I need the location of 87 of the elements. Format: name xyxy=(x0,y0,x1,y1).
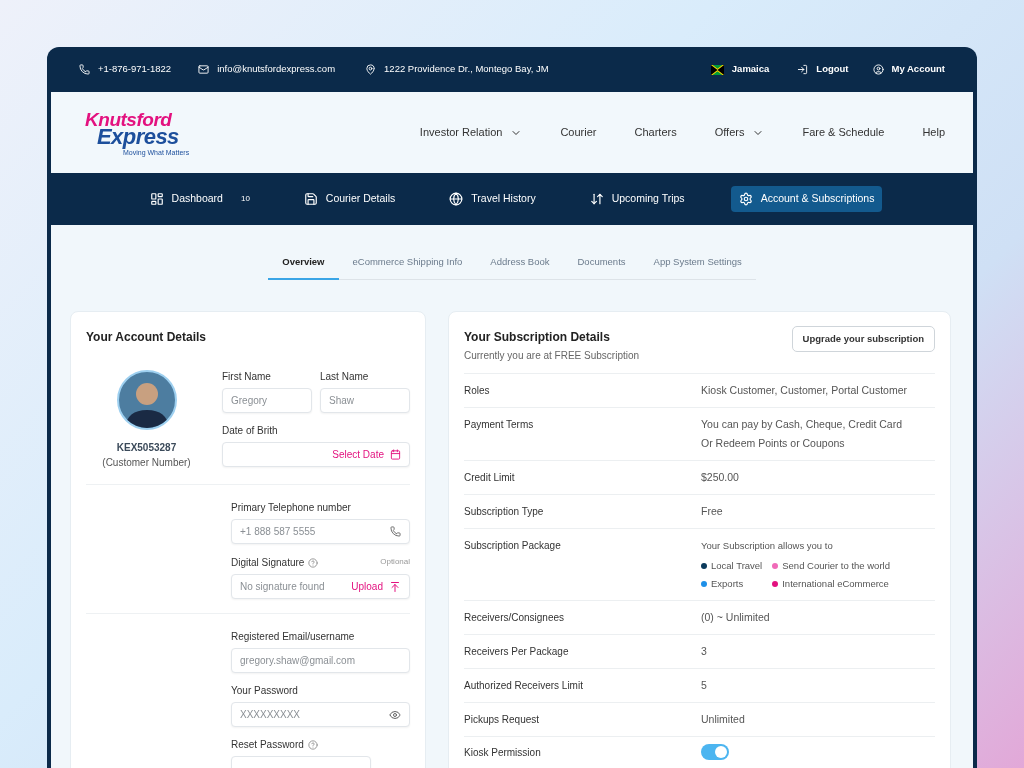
country-selector[interactable]: Jamaica xyxy=(731,62,770,77)
row-label: Receivers/Consignees xyxy=(464,611,566,626)
card-title: Your Account Details xyxy=(86,329,208,347)
dashboard-icon xyxy=(149,192,164,206)
row-label: Roles xyxy=(464,384,491,399)
upload-link[interactable]: Upload xyxy=(351,579,383,595)
field-label: Date of Brith xyxy=(222,424,278,439)
select-date-link[interactable]: Select Date xyxy=(332,447,384,463)
my-account-link[interactable]: My Account xyxy=(891,62,945,77)
tab[interactable]: Overview xyxy=(268,255,339,281)
tab[interactable]: eCommerce Shipping Info xyxy=(338,255,477,281)
row-label: Pickups Request xyxy=(464,713,541,728)
email-address[interactable]: info@knutsfordexpress.com xyxy=(217,62,336,77)
field-label: First Name xyxy=(222,370,271,385)
upload-icon[interactable] xyxy=(389,580,401,593)
flag-icon xyxy=(710,64,724,75)
input-field[interactable]: Select Date xyxy=(222,442,410,468)
optional-note: Optional xyxy=(380,556,410,569)
section-tab[interactable]: Dashboard 10 xyxy=(141,186,258,212)
section-tab[interactable]: Travel History xyxy=(441,186,544,212)
document-icon xyxy=(303,192,318,206)
field-label: Your Password xyxy=(231,684,298,699)
toggle-switch[interactable] xyxy=(701,744,729,761)
card-title: Your Subscription Details xyxy=(464,329,611,347)
tab[interactable]: Address Book xyxy=(476,255,564,281)
mail-icon xyxy=(198,64,210,75)
section-tab[interactable]: Courier Details xyxy=(295,186,404,212)
field-label: Last Name xyxy=(320,370,369,385)
row-value: 5 xyxy=(701,678,707,694)
upgrade-button[interactable]: Upgrade your subscription xyxy=(791,326,935,353)
row-label: Subscription Type xyxy=(464,505,545,520)
phone-number[interactable]: +1-876-971-1822 xyxy=(98,62,172,77)
nav-link[interactable]: Investor Relation xyxy=(419,124,523,141)
tab[interactable]: App System Settings xyxy=(639,255,756,281)
settings-icon xyxy=(738,192,753,206)
row-value: Kiosk Customer, Customer, Portal Customer xyxy=(701,383,907,399)
address: 1222 Providence Dr., Montego Bay, JM xyxy=(384,62,549,77)
logout-icon xyxy=(797,64,809,75)
count-label: 10 xyxy=(240,193,250,205)
eye-icon[interactable] xyxy=(389,708,401,721)
row-label: Authorized Receivers Limit xyxy=(464,679,584,694)
feature-label: Local Travel xyxy=(711,559,763,574)
field-label: Reset Password xyxy=(231,738,304,753)
card-subtitle: Currently you are at FREE Subscription xyxy=(464,349,640,364)
user-icon xyxy=(872,64,884,75)
input-field[interactable]: XXXXXXXXX xyxy=(231,702,410,728)
nav-link[interactable]: Courier xyxy=(560,124,597,141)
input-field[interactable]: gregory.shaw@gmail.com xyxy=(231,648,410,674)
row-label: Receivers Per Package xyxy=(464,645,570,660)
row-label: Payment Terms xyxy=(464,418,535,433)
row-label: Credit Limit xyxy=(464,471,516,486)
row-value: You can pay by Cash, Cheque, Credit Card xyxy=(701,417,902,433)
input-field[interactable]: No signature found Upload xyxy=(231,574,410,600)
section-tab[interactable]: Account & Subscriptions xyxy=(730,186,883,212)
field-label: Registered Email/username xyxy=(231,630,355,645)
row-value: Unlimited xyxy=(701,712,745,728)
input-field[interactable]: +1 888 587 5555 xyxy=(231,519,410,545)
package-intro: Your Subscription allows you to xyxy=(701,539,834,554)
customer-number: KEX5053287 xyxy=(116,441,177,456)
nav-link[interactable]: Charters xyxy=(634,124,677,141)
phone-icon xyxy=(79,64,90,75)
nav-link[interactable]: Offers xyxy=(714,124,765,141)
feature-label: Exports xyxy=(711,577,744,592)
field-label: Digital Signature xyxy=(231,556,305,571)
logout-link[interactable]: Logout xyxy=(816,62,849,77)
tab[interactable]: Documents xyxy=(563,255,640,281)
row-value: $250.00 xyxy=(701,470,739,486)
nav-link[interactable]: Fare & Schedule xyxy=(802,124,885,141)
nav-link[interactable]: Help xyxy=(922,124,945,141)
calendar-icon[interactable] xyxy=(390,449,401,461)
help-icon[interactable] xyxy=(307,740,318,751)
row-value: Or Redeem Points or Coupons xyxy=(701,436,846,452)
customer-number-caption: (Customer Number) xyxy=(102,456,191,471)
row-value: (0) ~ Unlimited xyxy=(701,610,770,626)
help-icon[interactable] xyxy=(308,558,319,569)
phone-icon xyxy=(390,526,401,538)
arrows-icon xyxy=(589,192,604,206)
location-pin-icon xyxy=(365,64,377,75)
row-value: 3 xyxy=(701,644,707,660)
row-label: Kiosk Permission xyxy=(464,745,542,760)
row-label: Subscription Package xyxy=(464,539,562,554)
section-tab[interactable]: Upcoming Trips xyxy=(581,186,693,212)
row-value: Free xyxy=(701,504,723,520)
globe-icon xyxy=(449,192,464,206)
feature-label: International eCommerce xyxy=(782,577,889,592)
field-label: Primary Telephone number xyxy=(231,501,351,516)
feature-label: Send Courier to the world xyxy=(782,559,890,574)
